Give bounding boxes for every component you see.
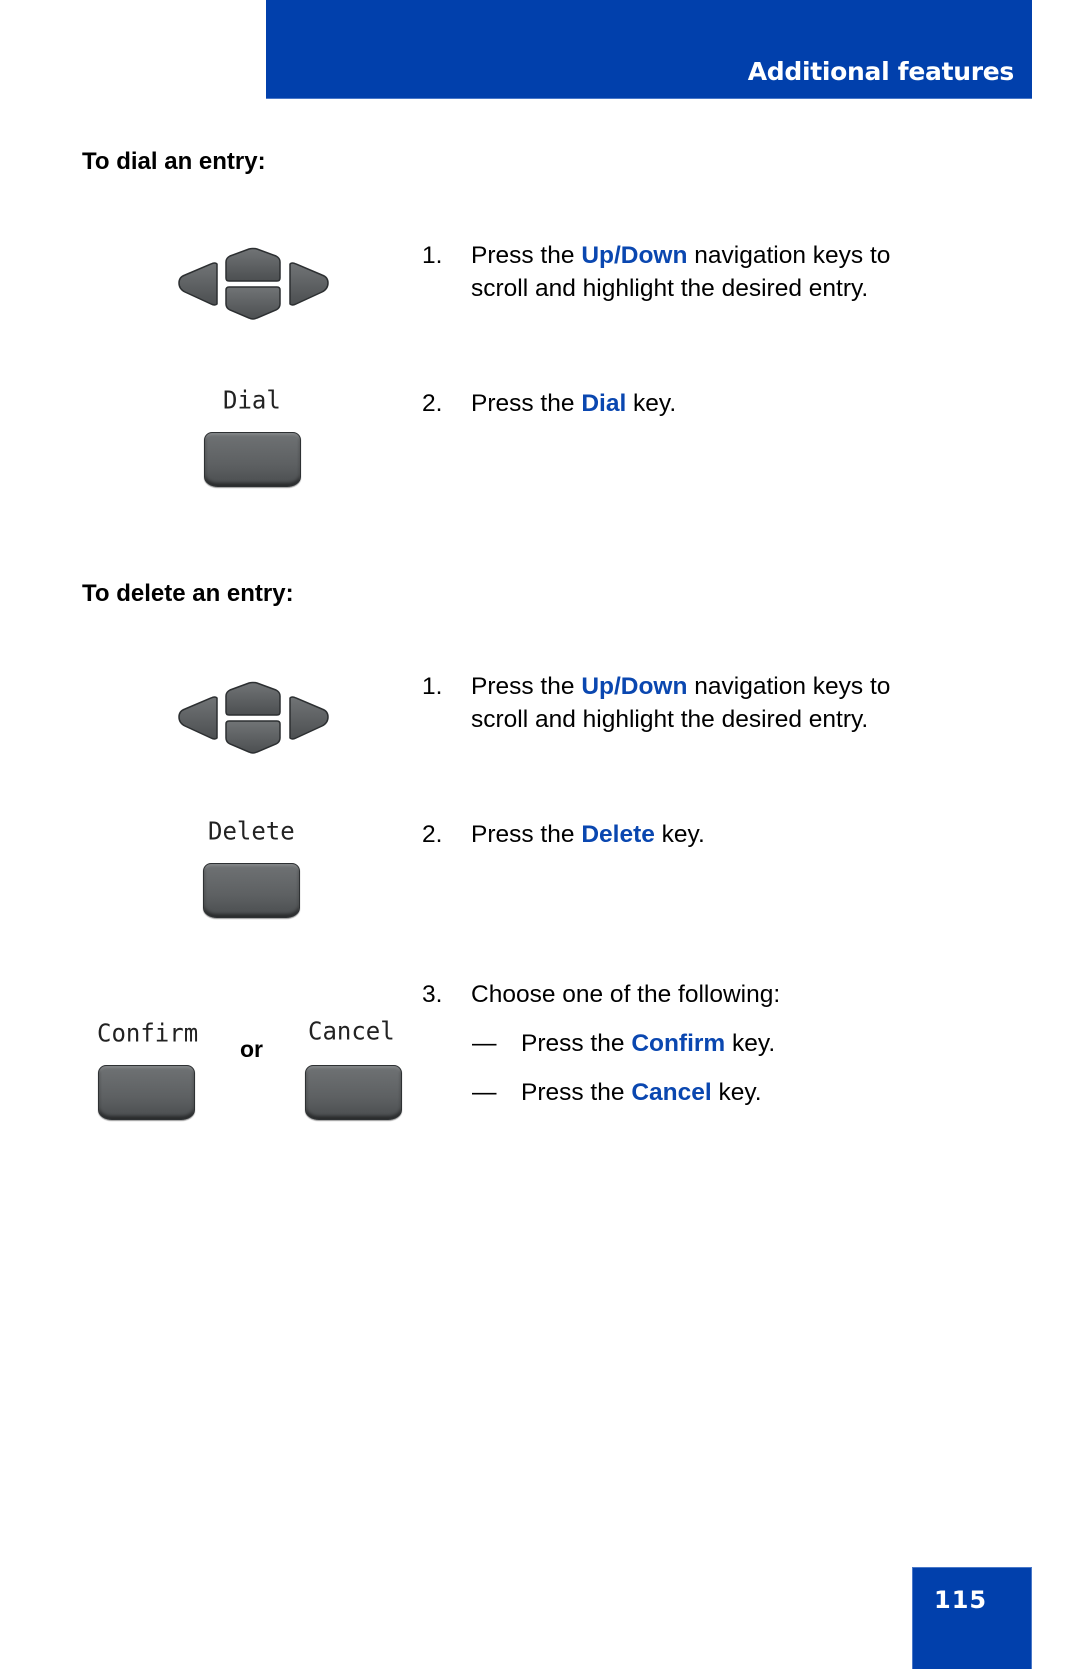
option-text-pre: Press the	[521, 1079, 632, 1106]
nav-right-key	[289, 696, 329, 740]
softkey-label-dial: Dial	[223, 385, 281, 415]
chapter-header-bar: Additional features	[266, 0, 1032, 99]
step-text-post: navigation keys to	[687, 673, 891, 700]
step-text-post: navigation keys to	[687, 242, 891, 269]
softkey-label-delete: Delete	[208, 816, 295, 846]
confirm-softkey[interactable]	[98, 1065, 195, 1120]
step-text: Press the Up/Down navigation keys to	[471, 670, 890, 703]
dash-bullet: —	[472, 1030, 497, 1057]
softkey-label-cancel: Cancel	[308, 1016, 395, 1046]
nav-left-key	[178, 262, 218, 306]
page-number-box: 115	[912, 1567, 1032, 1669]
option-text: Press the Confirm key.	[521, 1027, 775, 1060]
step-number: 2.	[422, 821, 443, 848]
step-text: Press the Delete key.	[471, 818, 705, 851]
step-number: 1.	[422, 673, 443, 700]
key-name-highlight: Up/Down	[581, 242, 688, 269]
option-text: Press the Cancel key.	[521, 1076, 762, 1109]
option-text-pre: Press the	[521, 1030, 632, 1057]
nav-left-key	[178, 696, 218, 740]
step-text-pre: Press the	[471, 673, 582, 700]
step-text-pre: Press the	[471, 390, 582, 417]
key-name-highlight: Up/Down	[581, 673, 688, 700]
nav-up-key	[225, 681, 281, 716]
step-text-post: key.	[654, 821, 705, 848]
navigation-cluster-icon	[178, 681, 329, 754]
delete-softkey[interactable]	[203, 863, 300, 918]
softkey-label-confirm: Confirm	[97, 1018, 199, 1048]
section-heading-delete: To delete an entry:	[82, 580, 294, 607]
step-text-pre: Press the	[471, 821, 582, 848]
key-name-highlight: Cancel	[631, 1079, 712, 1106]
step-text: Press the Up/Down navigation keys to	[471, 239, 890, 272]
nav-up-key	[225, 247, 281, 282]
step-text: Press the Dial key.	[471, 387, 676, 420]
navigation-cluster-icon	[178, 247, 329, 320]
dial-softkey[interactable]	[204, 432, 301, 487]
option-text-post: key.	[725, 1030, 776, 1057]
key-name-highlight: Delete	[581, 821, 655, 848]
or-label: or	[240, 1036, 263, 1062]
step-number: 3.	[422, 981, 443, 1008]
step-text-pre: Press the	[471, 242, 582, 269]
step-text-post: key.	[626, 390, 677, 417]
chapter-title: Additional features	[747, 57, 1015, 86]
page-number: 115	[934, 1586, 988, 1614]
option-text-post: key.	[711, 1079, 762, 1106]
step-1-dial-line2: scroll and highlight the desired entry.	[471, 275, 869, 302]
nav-down-key	[225, 286, 281, 320]
section-heading-dial: To dial an entry:	[82, 148, 266, 175]
step-1-delete-line2: scroll and highlight the desired entry.	[471, 706, 869, 733]
step-number: 1.	[422, 242, 443, 269]
nav-right-key	[289, 262, 329, 306]
key-name-highlight: Confirm	[631, 1030, 726, 1057]
cancel-softkey[interactable]	[305, 1065, 402, 1120]
nav-down-key	[225, 720, 281, 754]
step-number: 2.	[422, 390, 443, 417]
key-name-highlight: Dial	[581, 390, 627, 417]
dash-bullet: —	[472, 1079, 497, 1106]
step-text: Choose one of the following:	[471, 981, 781, 1008]
